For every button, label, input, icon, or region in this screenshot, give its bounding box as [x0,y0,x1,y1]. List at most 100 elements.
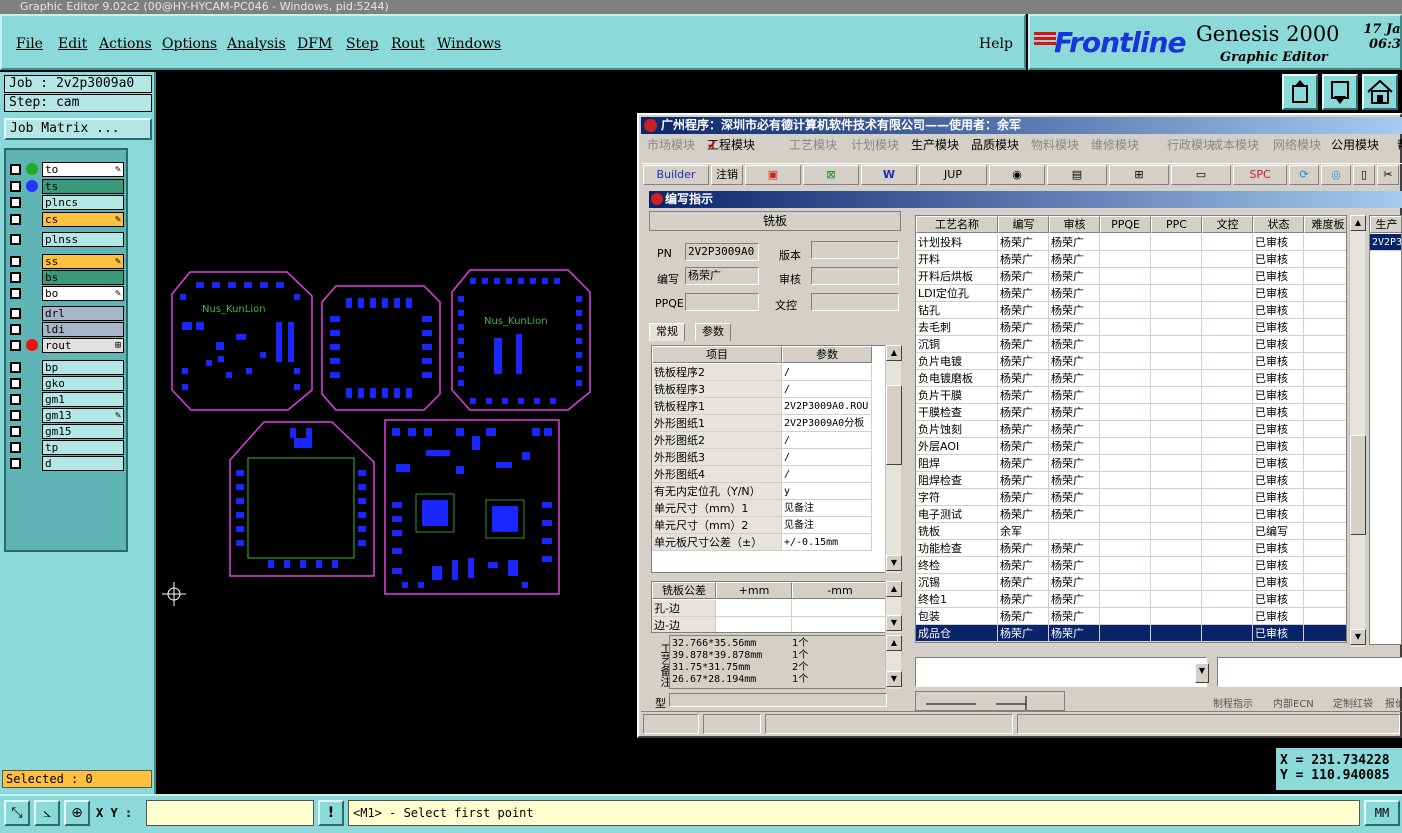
database-icon[interactable]: ▤ [1047,165,1107,185]
version-field[interactable] [811,241,899,259]
process-row[interactable]: 开料 杨荣广 杨荣广 已审核 [916,251,1346,268]
measure-icon[interactable]: ⦣ [34,800,60,826]
param-value[interactable]: 2V2P3009A0分板 [782,415,872,432]
globe-icon[interactable]: ◎ [1321,165,1351,185]
menu-file[interactable]: File [16,36,43,52]
module-tab[interactable]: 生产模块 [911,135,959,155]
layer-checkbox[interactable] [10,256,21,267]
layer-name[interactable]: plnss [42,232,124,247]
process-row[interactable]: 沉铜 杨荣广 杨荣广 已审核 [916,336,1346,353]
param-value[interactable]: / [782,432,872,449]
process-header[interactable]: 难度板 [1304,216,1346,233]
zoom-area-icon[interactable]: ⤡ [4,800,30,826]
layer-checkbox[interactable] [10,410,21,421]
layer-checkbox[interactable] [10,197,21,208]
layer-name[interactable]: ss ✎ [42,254,124,269]
process-row[interactable]: 负片干膜 杨荣广 杨荣广 已审核 [916,387,1346,404]
layer-name[interactable]: cs ✎ [42,212,124,227]
layer-checkbox[interactable] [10,378,21,389]
remark-input-2[interactable] [1217,657,1402,687]
layer-checkbox[interactable] [10,214,21,225]
module-tab[interactable]: 成本模块 [1211,135,1259,155]
layer-row-gm1[interactable]: gm1 [8,392,126,407]
process-header[interactable]: 文控 [1202,216,1253,233]
module-tab[interactable]: ✔ 工程模块 [707,135,755,155]
param-value[interactable]: / [782,381,872,398]
excel-icon[interactable]: ⊠ [803,165,859,185]
refresh-icon[interactable]: ⟳ [1289,165,1319,185]
module-tab[interactable]: 计划模块 [851,135,899,155]
layer-name[interactable]: bp [42,360,124,375]
layer-row-bp[interactable]: bp [8,360,126,375]
scroll-up-icon[interactable]: ▲ [886,345,902,361]
computer-icon[interactable]: ▭ [1171,165,1231,185]
bottom-tab[interactable]: 定制红袋 [1333,695,1373,710]
module-tab[interactable]: 市场模块 [647,135,695,155]
scroll-thumb[interactable] [886,385,902,465]
process-header[interactable]: 状态 [1253,216,1304,233]
module-tab[interactable]: 网络模块 [1273,135,1321,155]
process-row[interactable]: 功能检查 杨荣广 杨荣广 已审核 [916,540,1346,557]
powerpoint-icon[interactable]: ▣ [745,165,801,185]
doc-control-field[interactable] [811,293,899,311]
bottom-tab[interactable]: 报价 [1385,695,1402,710]
module-tab[interactable]: 物料模块 [1031,135,1079,155]
bottom-tab[interactable]: 内部ECN [1273,695,1314,710]
process-row[interactable]: 成品仓 杨荣广 杨荣广 已审核 [916,625,1346,642]
layer-name[interactable]: rout ⊞ [42,338,124,353]
module-tab[interactable]: 公用模块 [1331,135,1379,155]
menu-rout[interactable]: Rout [391,36,425,52]
process-header[interactable]: 审核 [1049,216,1100,233]
layer-row-ts[interactable]: ts [8,179,126,194]
production-cell[interactable]: 2V2P3 [1370,234,1401,251]
layer-name[interactable]: drl [42,306,124,321]
process-row[interactable]: 负片电镀 杨荣广 杨荣广 已审核 [916,353,1346,370]
process-row[interactable]: 沉锡 杨荣广 杨荣广 已审核 [916,574,1346,591]
tolerance-scrollbar[interactable]: ▲ ▼ [885,581,902,633]
process-row[interactable]: 负片蚀刻 杨荣广 杨荣广 已审核 [916,421,1346,438]
process-header[interactable]: PPC [1151,216,1202,233]
param-value[interactable]: +/-0.15mm [782,534,872,551]
layer-checkbox[interactable] [10,308,21,319]
units-button[interactable]: MM [1364,800,1400,826]
process-scrollbar[interactable]: ▲ ▼ [1349,215,1366,647]
grid-snap-icon[interactable]: ⊕ [64,800,90,826]
layer-row-drl[interactable]: drl [8,306,126,321]
layer-row-plncs[interactable]: plncs [8,195,126,210]
process-row[interactable]: 去毛刺 杨荣广 杨荣广 已审核 [916,319,1346,336]
scroll-up-icon[interactable]: ▲ [886,581,902,597]
job-matrix-button[interactable]: Job Matrix ... [4,118,152,140]
params-scrollbar[interactable]: ▲ ▼ [885,345,902,573]
scroll-up-icon[interactable]: ▲ [886,635,902,651]
param-value[interactable]: 见备注 [782,500,872,517]
layer-name[interactable]: ldi [42,322,124,337]
layer-name[interactable]: bo ✎ [42,286,124,301]
menu-options[interactable]: Options [162,36,217,52]
module-tab[interactable]: 工艺模块 [789,135,837,155]
layer-checkbox[interactable] [10,442,21,453]
param-value[interactable]: 见备注 [782,517,872,534]
param-value[interactable]: y [782,483,872,500]
document-icon[interactable]: ▯ [1353,165,1375,185]
author-field[interactable]: 杨荣广 [685,267,759,285]
layer-row-ldi[interactable]: ldi [8,322,126,337]
process-row[interactable]: 开料后烘板 杨荣广 杨荣广 已审核 [916,268,1346,285]
layer-checkbox[interactable] [10,272,21,283]
process-row[interactable]: 电子测试 杨荣广 杨荣广 已审核 [916,506,1346,523]
review-field[interactable] [811,267,899,285]
layer-checkbox[interactable] [10,181,21,192]
tolerance-minus[interactable] [792,617,886,632]
menu-windows[interactable]: Windows [437,36,501,52]
tolerance-plus[interactable] [716,600,792,617]
notes-scrollbar[interactable]: ▲ ▼ [885,635,902,689]
layer-row-d[interactable]: d [8,456,126,471]
process-row[interactable]: 字符 杨荣广 杨荣广 已审核 [916,489,1346,506]
tab-params[interactable]: 参数 [695,323,731,341]
type-field[interactable] [669,693,887,707]
layer-name[interactable]: bs [42,270,124,285]
tolerance-minus[interactable] [792,600,886,617]
module-tab[interactable]: 品质模块 [971,135,1019,155]
process-row[interactable]: 阻焊检查 杨荣广 杨荣广 已审核 [916,472,1346,489]
process-row[interactable]: 负电镀磨板 杨荣广 杨荣广 已审核 [916,370,1346,387]
cut-icon[interactable]: ✂ [1377,165,1399,185]
